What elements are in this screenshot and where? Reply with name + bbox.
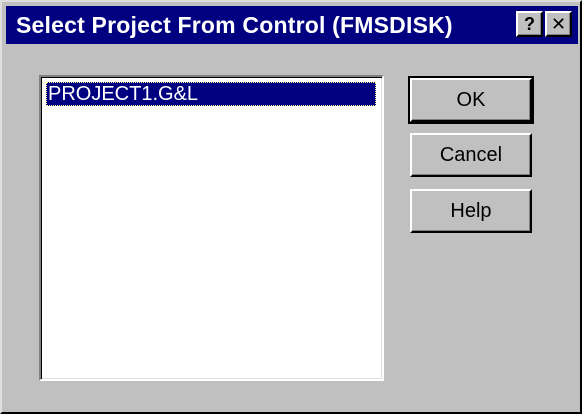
ok-button[interactable]: OK	[408, 76, 534, 124]
help-icon[interactable]: ?	[516, 11, 543, 37]
project-listbox[interactable]: PROJECT1.G&L	[39, 75, 384, 381]
help-button[interactable]: Help	[410, 189, 532, 233]
title-bar[interactable]: Select Project From Control (FMSDISK) ? …	[6, 6, 578, 44]
list-item-project1[interactable]: PROJECT1.G&L	[46, 82, 376, 106]
cancel-button[interactable]: Cancel	[410, 133, 532, 177]
dialog-window: Select Project From Control (FMSDISK) ? …	[0, 0, 582, 414]
dialog-title: Select Project From Control (FMSDISK)	[16, 12, 453, 38]
close-icon[interactable]: ✕	[545, 11, 572, 37]
